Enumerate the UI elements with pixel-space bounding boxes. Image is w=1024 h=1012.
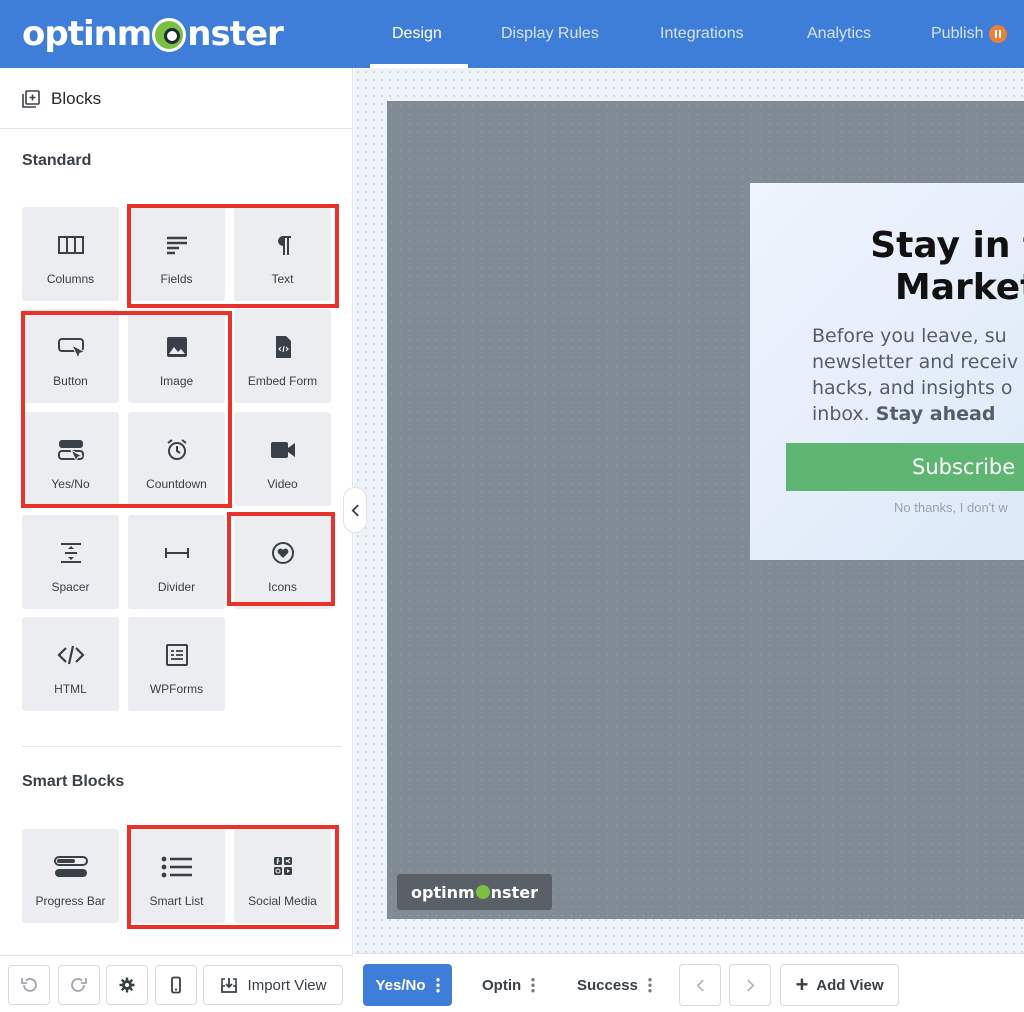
- sidebar-header: Blocks: [0, 68, 353, 129]
- tab-publish[interactable]: Publish: [931, 0, 1008, 68]
- brand-text-start: optinm: [411, 882, 475, 902]
- mobile-icon: [171, 976, 181, 994]
- next-view-button[interactable]: [729, 964, 771, 1006]
- body-line-3: hacks, and insights o: [812, 377, 1013, 399]
- monster-logo-icon: [152, 18, 187, 52]
- import-icon: [220, 978, 237, 993]
- view-tab-label: Yes/No: [375, 976, 426, 994]
- popup-body-text[interactable]: Before you leave, su newsletter and rece…: [812, 323, 1024, 427]
- top-bar: optinm nster Design Display Rules Integra…: [0, 0, 1024, 68]
- import-view-label: Import View: [247, 976, 327, 994]
- view-tab-optin[interactable]: Optin: [482, 964, 536, 1006]
- section-divider: [22, 746, 342, 747]
- plus-icon: +: [795, 972, 809, 997]
- code-file-icon: [275, 336, 291, 358]
- more-options-icon[interactable]: [435, 977, 440, 993]
- block-label: HTML: [54, 682, 87, 696]
- sidebar-title: Blocks: [51, 89, 102, 108]
- smart-blocks-section-title: Smart Blocks: [22, 773, 125, 790]
- block-html[interactable]: HTML: [22, 617, 119, 711]
- import-view-button[interactable]: Import View: [203, 965, 343, 1005]
- block-embed-form[interactable]: Embed Form: [234, 309, 331, 403]
- block-label: Spacer: [51, 580, 90, 594]
- body-line-1: Before you leave, su: [812, 325, 1007, 347]
- body-line-4-plain: inbox.: [812, 403, 870, 425]
- tab-design[interactable]: Design: [392, 0, 442, 68]
- highlight-icons: [227, 512, 335, 606]
- body-line-2: newsletter and receiv: [812, 351, 1019, 373]
- block-video[interactable]: Video: [234, 412, 331, 506]
- monster-logo-icon: [475, 885, 490, 899]
- columns-icon: [57, 236, 84, 254]
- tab-display-rules[interactable]: Display Rules: [501, 0, 599, 68]
- block-label: Divider: [157, 580, 196, 594]
- redo-icon: [71, 978, 87, 992]
- video-camera-icon: [270, 442, 295, 458]
- block-label: WPForms: [149, 682, 204, 696]
- highlight-fields-text: [127, 204, 339, 308]
- mobile-preview-button[interactable]: [155, 965, 197, 1005]
- paused-status-icon: [989, 25, 1008, 43]
- more-options-icon[interactable]: [531, 977, 536, 993]
- brand-text-end: nster: [490, 882, 538, 902]
- view-tab-yes-no[interactable]: Yes/No: [363, 964, 452, 1006]
- no-thanks-link[interactable]: No thanks, I don't w: [894, 500, 1008, 515]
- optin-popup[interactable]: Stay in the L Marketing Before you leave…: [750, 183, 1024, 560]
- more-options-icon[interactable]: [647, 977, 652, 993]
- view-tab-label: Optin: [482, 976, 522, 994]
- settings-button[interactable]: [106, 965, 148, 1005]
- spacer-icon: [60, 543, 81, 563]
- wpforms-icon: [165, 644, 188, 666]
- highlight-smart-list-social: [127, 825, 339, 929]
- redo-button[interactable]: [58, 965, 100, 1005]
- logo-text-start: optinm: [22, 14, 152, 54]
- chevron-right-icon: [746, 978, 754, 992]
- subscribe-button[interactable]: Subscribe: [786, 443, 1024, 491]
- sidebar-footer: Import View: [0, 955, 353, 1012]
- add-view-button[interactable]: + Add View: [780, 964, 899, 1006]
- code-icon: [56, 645, 85, 665]
- add-view-label: Add View: [816, 976, 884, 994]
- logo-text-end: nster: [187, 14, 284, 54]
- body-line-4-bold: Stay ahead: [875, 403, 996, 425]
- collapse-sidebar-button[interactable]: [343, 487, 367, 533]
- view-tab-success[interactable]: Success: [577, 964, 652, 1006]
- chevron-left-icon: [696, 978, 704, 992]
- block-columns[interactable]: Columns: [22, 207, 119, 301]
- gear-icon: [119, 977, 135, 993]
- block-label: Progress Bar: [35, 894, 106, 908]
- optinmonster-logo[interactable]: optinm nster: [22, 12, 284, 56]
- block-divider[interactable]: Divider: [128, 515, 225, 609]
- popup-headline[interactable]: Stay in the L Marketing: [798, 225, 1024, 309]
- previous-view-button[interactable]: [679, 964, 721, 1006]
- highlight-button-image-yesno-countdown: [21, 311, 232, 508]
- headline-line-1: Stay in the L: [870, 225, 1024, 266]
- tab-publish-label: Publish: [931, 25, 984, 42]
- optinmonster-branding-badge[interactable]: optinm nster: [397, 874, 552, 910]
- undo-icon: [21, 978, 37, 992]
- tab-integrations[interactable]: Integrations: [660, 0, 744, 68]
- blocks-sidebar: Blocks Standard Columns Fields Text Butt…: [0, 68, 353, 1012]
- block-spacer[interactable]: Spacer: [22, 515, 119, 609]
- headline-line-2: Marketing: [894, 267, 1024, 308]
- block-label: Columns: [46, 272, 95, 286]
- tab-analytics[interactable]: Analytics: [807, 0, 871, 68]
- view-tab-label: Success: [577, 976, 638, 994]
- chevron-left-icon: [351, 503, 359, 517]
- progress-bar-icon: [53, 856, 88, 877]
- views-bar: Yes/No Optin Success + Add View: [354, 953, 1024, 1012]
- block-label: Video: [267, 477, 298, 491]
- add-block-icon: [22, 90, 40, 108]
- block-label: Embed Form: [247, 374, 318, 388]
- divider-icon: [164, 548, 189, 558]
- block-wpforms[interactable]: WPForms: [128, 617, 225, 711]
- undo-button[interactable]: [8, 965, 50, 1005]
- block-progress-bar[interactable]: Progress Bar: [22, 829, 119, 923]
- standard-section-title: Standard: [22, 152, 92, 169]
